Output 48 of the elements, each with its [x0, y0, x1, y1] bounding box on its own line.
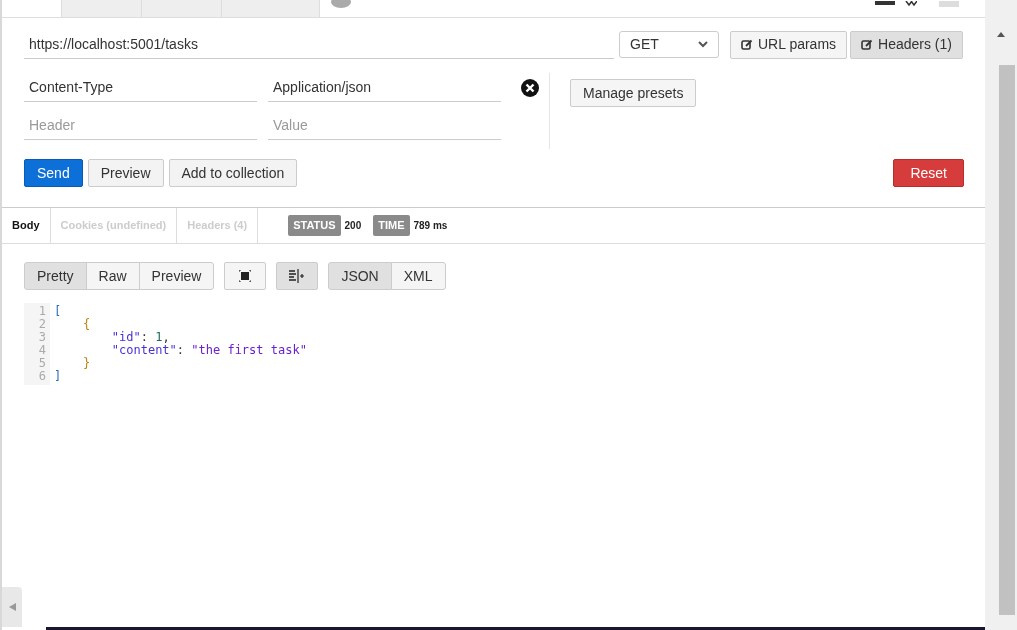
manage-presets-button[interactable]: Manage presets	[570, 79, 697, 107]
header-value-field[interactable]: Application/json	[268, 73, 501, 102]
edit-icon	[861, 38, 874, 51]
action-button[interactable]: Preview	[87, 159, 164, 187]
caret-icon[interactable]	[905, 1, 917, 7]
view-mode-button[interactable]: Preview	[138, 262, 215, 290]
reset-button[interactable]: Reset	[893, 159, 964, 187]
time-badge: TIME	[373, 215, 410, 236]
status-badge: STATUS	[288, 215, 341, 236]
code-line: [	[54, 305, 63, 318]
header-value-field[interactable]: Value	[268, 111, 501, 140]
code-line: ]	[54, 370, 63, 383]
view-mode-button[interactable]: Pretty	[24, 262, 87, 290]
url-field[interactable]: https://localhost:5001/tasks	[24, 30, 614, 59]
action-button[interactable]: Add to collection	[168, 159, 298, 187]
vertical-scrollbar[interactable]	[985, 0, 1017, 630]
code-line: }	[81, 357, 92, 370]
response-time: 789 ms	[413, 219, 448, 233]
line-number: 5	[38, 357, 46, 370]
code-line: "id": 1,	[110, 331, 171, 344]
line-number: 2	[38, 318, 46, 331]
scroll-left-button[interactable]	[2, 587, 22, 627]
status-code: 200	[344, 219, 362, 233]
up-arrow-icon	[997, 32, 1005, 37]
line-number: 3	[38, 331, 46, 344]
format-button[interactable]: JSON	[328, 262, 392, 290]
line-number: 6	[38, 370, 46, 383]
wrap-button[interactable]	[276, 262, 319, 290]
url-toggle-button[interactable]: Headers (1)	[850, 30, 963, 59]
left-arrow-icon	[8, 603, 16, 611]
fullscreen-button[interactable]	[224, 262, 267, 290]
code-line: {	[81, 318, 92, 331]
chevron-icon	[698, 41, 708, 48]
header-key-field[interactable]: Content-Type	[24, 73, 257, 102]
line-number: 1	[38, 305, 46, 318]
url-toggle-button[interactable]: URL params	[730, 30, 848, 59]
format-button[interactable]: XML	[390, 262, 446, 290]
response-tab[interactable]: Body	[2, 207, 51, 244]
line-number: 4	[38, 344, 46, 357]
square-icon	[239, 270, 252, 282]
method-select[interactable]: GET	[619, 31, 719, 58]
align-icon	[289, 269, 306, 283]
header-key-field[interactable]: Header	[24, 111, 257, 140]
view-mode-button[interactable]: Raw	[85, 262, 140, 290]
remove-icon[interactable]	[521, 78, 539, 97]
send-button[interactable]: Send	[24, 159, 83, 187]
edit-icon	[741, 38, 753, 51]
code-line: "content": "the first task"	[110, 344, 307, 357]
